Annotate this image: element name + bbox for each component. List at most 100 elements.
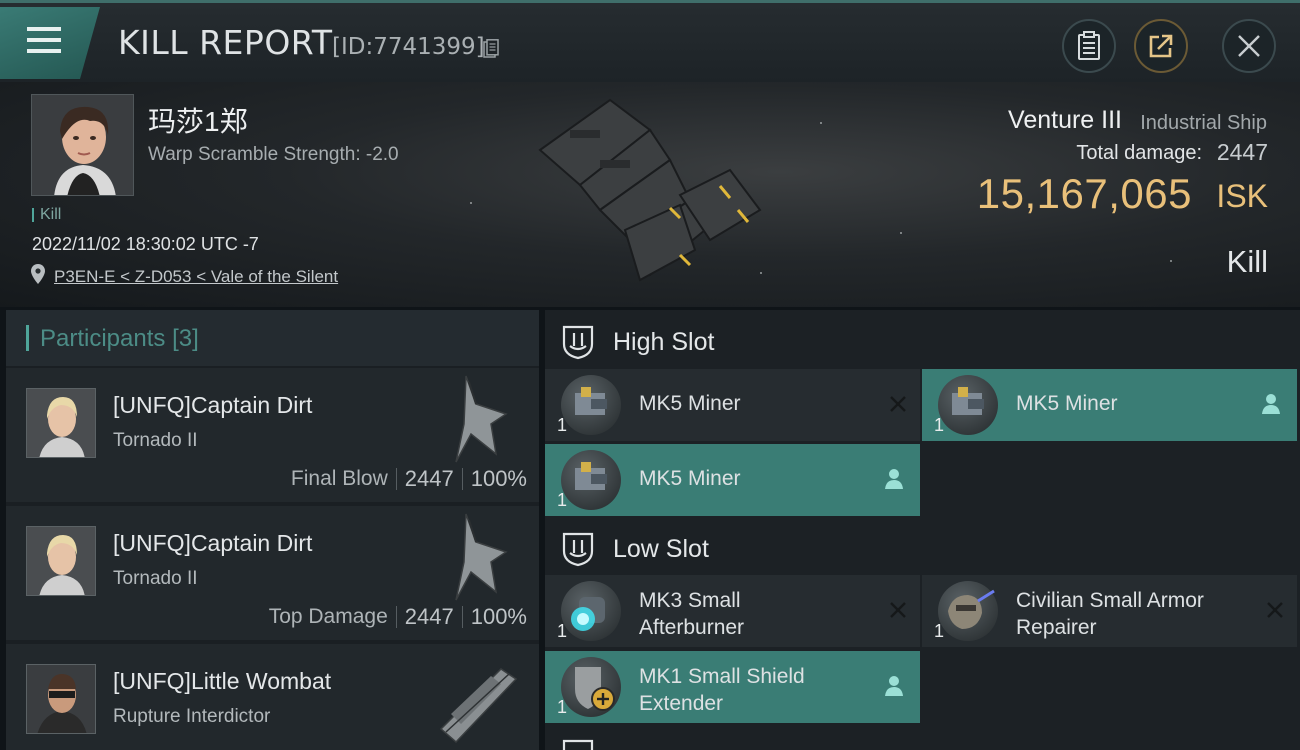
module-quantity: 1 — [934, 415, 945, 435]
high-slot-icon — [562, 325, 594, 360]
header-accent — [26, 325, 29, 351]
module-name-line: Extender — [639, 692, 724, 715]
participants-count: [3] — [172, 325, 199, 352]
star — [1170, 260, 1172, 262]
participant-role: Top Damage — [268, 605, 388, 628]
participant-name[interactable]: [UNFQ]Captain Dirt — [113, 392, 312, 419]
copy-icon[interactable] — [483, 39, 499, 58]
destroyed-icon — [1267, 602, 1283, 618]
participant-row[interactable]: [UNFQ]Captain Dirt Tornado II Final Blow… — [6, 368, 539, 504]
participant-row[interactable]: [UNFQ]Captain Dirt Tornado II Top Damage… — [6, 506, 539, 642]
participant-role: Final Blow — [290, 467, 388, 490]
participant-damage: 2447 — [404, 604, 454, 629]
module-quantity: 1 — [557, 415, 568, 435]
module-name: MK1 Small Shield Extender — [639, 663, 805, 717]
module-name-line: MK3 Small — [639, 589, 741, 612]
victim-avatar — [32, 95, 133, 195]
top-bar: KILL REPORT [ID:7741399] — [0, 0, 1300, 82]
module-card[interactable]: 1 Civilian Small Armor Repairer — [922, 575, 1297, 647]
next-slot-header — [545, 730, 1300, 750]
clipboard-icon — [1078, 31, 1100, 60]
participant-avatar[interactable] — [26, 388, 96, 458]
stats-divider — [461, 468, 463, 490]
kill-tag: Kill — [31, 206, 62, 224]
module-name: Civilian Small Armor Repairer — [1016, 587, 1204, 641]
menu-icon-bar — [27, 38, 61, 42]
participant-portrait — [27, 527, 95, 595]
module-name-line: Civilian Small Armor — [1016, 589, 1204, 612]
star — [470, 202, 472, 204]
participant-portrait — [27, 389, 95, 457]
dropped-pilot-icon — [885, 469, 903, 489]
close-button[interactable] — [1222, 19, 1276, 73]
participant-ship-image[interactable] — [436, 512, 526, 602]
total-damage-value: 2447 — [1216, 139, 1268, 165]
module-quantity: 1 — [557, 621, 568, 641]
kill-location-link[interactable]: P3EN-E < Z-D053 < Vale of the Silent — [54, 267, 338, 287]
module-card[interactable]: 1 MK5 Miner — [922, 369, 1297, 441]
result-label: Kill — [1226, 244, 1268, 279]
kill-datetime: 2022/11/02 18:30:02 UTC -7 — [32, 234, 259, 254]
module-name: MK5 Miner — [639, 467, 741, 490]
participant-ship: Rupture Interdictor — [113, 706, 271, 727]
share-icon — [1149, 34, 1173, 58]
star — [900, 232, 902, 234]
participant-ship-image[interactable] — [431, 654, 521, 744]
stats-divider — [461, 606, 463, 628]
dropped-pilot-icon — [885, 676, 903, 696]
shield-extender-module-icon — [561, 657, 621, 717]
isk-unit: ISK — [1216, 178, 1268, 214]
participant-portrait — [27, 665, 95, 733]
participants-label: Participants — [40, 325, 166, 352]
destroyed-icon — [890, 602, 906, 618]
total-damage-label: Total damage: — [1076, 142, 1202, 164]
victim-portrait[interactable] — [31, 94, 134, 196]
module-card[interactable]: 1 MK1 Small Shield Extender — [545, 651, 920, 723]
module-quantity: 1 — [934, 621, 945, 641]
module-card[interactable]: 1 MK5 Miner — [545, 369, 920, 441]
low-slot-label: Low Slot — [613, 535, 709, 563]
module-quantity: 1 — [557, 490, 568, 510]
destroyed-icon — [890, 396, 906, 412]
victim-summary: 玛莎1郑 Warp Scramble Strength: -2.0 Kill 2… — [0, 82, 1300, 307]
menu-icon-bar — [27, 49, 61, 53]
stats-divider — [395, 468, 397, 490]
menu-button[interactable] — [0, 7, 100, 79]
dropped-pilot-icon — [1262, 394, 1280, 414]
participant-ship-image[interactable] — [436, 374, 526, 464]
participant-percent: 100% — [470, 466, 527, 491]
participant-stats: Top Damage 2447 100% — [269, 604, 527, 630]
module-card[interactable]: 1 MK5 Miner — [545, 444, 920, 516]
module-name-line: Afterburner — [639, 616, 745, 639]
ship-name[interactable]: Venture III — [1008, 106, 1122, 135]
participant-avatar[interactable]: i — [26, 664, 96, 734]
afterburner-module-icon — [561, 581, 621, 641]
faction-badge-icon: i — [95, 713, 96, 733]
ship-class: Industrial Ship — [1140, 112, 1267, 134]
stats-divider — [395, 606, 397, 628]
participant-percent: 100% — [470, 604, 527, 629]
participant-avatar[interactable] — [26, 526, 96, 596]
location-pin-icon — [31, 264, 45, 284]
high-slot-label: High Slot — [613, 328, 715, 356]
kill-tag-label: Kill — [40, 206, 62, 223]
participant-name[interactable]: [UNFQ]Captain Dirt — [113, 530, 312, 557]
victim-name[interactable]: 玛莎1郑 — [148, 100, 248, 140]
share-button[interactable] — [1134, 19, 1188, 73]
participant-row[interactable]: i [UNFQ]Little Wombat Rupture Interdicto… — [6, 644, 539, 750]
participant-ship: Tornado II — [113, 568, 198, 589]
report-id: [ID:7741399] — [332, 34, 485, 60]
fitting-panel: High Slot 1 MK5 Miner 1 MK5 Miner 1 MK5 … — [545, 310, 1300, 750]
close-icon — [1238, 35, 1260, 57]
clipboard-button[interactable] — [1062, 19, 1116, 73]
participants-panel: Participants [3] [UNFQ]Captain Dirt Torn… — [6, 310, 539, 750]
miner-module-icon — [561, 450, 621, 510]
module-card[interactable]: 1 MK3 Small Afterburner — [545, 575, 920, 647]
participants-header: Participants [3] — [6, 310, 539, 366]
star — [820, 122, 822, 124]
module-name: MK3 Small Afterburner — [639, 587, 744, 641]
module-name-line: Repairer — [1016, 616, 1097, 639]
high-slot-header: High Slot — [545, 312, 1300, 370]
participant-name[interactable]: [UNFQ]Little Wombat — [113, 668, 331, 695]
victim-ship-image[interactable] — [530, 90, 770, 290]
